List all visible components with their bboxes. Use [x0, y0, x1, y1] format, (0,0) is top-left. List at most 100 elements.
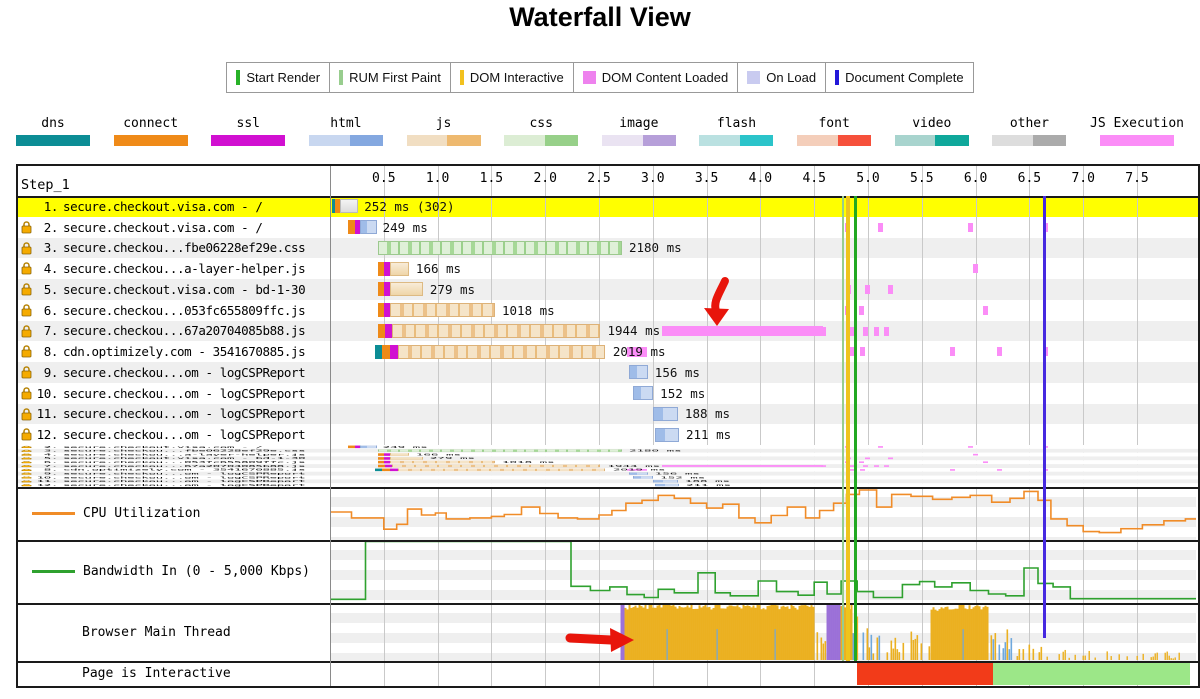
- request-time-label: 1944 ms: [607, 321, 660, 342]
- request-url: cdn.optimizely.com - 3541670885.js: [63, 344, 305, 359]
- segment-js: [390, 457, 422, 460]
- waterfall-view-page: Waterfall View Start Render RUM First Pai…: [0, 0, 1200, 699]
- request-row-6[interactable]: 6.secure.checkou...053fc655809ffc.js1018…: [18, 300, 1198, 321]
- event-legend-box: Start Render RUM First Paint DOM Interacti…: [226, 62, 973, 93]
- request-time-label: 279 ms: [430, 279, 475, 300]
- resource-color-bar: [699, 135, 773, 146]
- lock-icon-wrap: [21, 345, 32, 363]
- event-line-start-render: [854, 196, 857, 661]
- request-row-4[interactable]: 4.secure.checkou...a-layer-helper.js166 …: [18, 258, 1198, 279]
- main-thread-section-divider: [18, 603, 1198, 605]
- request-row-11[interactable]: 11.secure.checkou...om - logCSPReport188…: [18, 404, 1198, 425]
- js-execution-blip: [878, 446, 883, 448]
- segment-js-striped: [392, 324, 600, 338]
- bandwidth-in-label: Bandwidth In (0 - 5,000 Kbps): [18, 540, 328, 603]
- lock-icon: [21, 428, 32, 441]
- resource-legend-item-other: other: [992, 116, 1066, 146]
- segment-js-striped: [390, 461, 494, 464]
- segment-html: [629, 472, 648, 475]
- dom-interactive-swatch: [460, 70, 464, 85]
- request-row-9[interactable]: 9.secure.checkou...om - logCSPReport156 …: [18, 362, 1198, 383]
- js-execution-blip: [821, 465, 826, 467]
- segment-html: [633, 476, 652, 479]
- lock-icon-wrap: [21, 283, 32, 301]
- resource-legend-item-image: image: [602, 116, 676, 146]
- js-execution-blip: [860, 347, 865, 356]
- segment-ssl: [385, 465, 393, 468]
- page-title: Waterfall View: [0, 2, 1200, 33]
- legend-item-on-load: On Load: [738, 63, 826, 92]
- request-row-label: 7.secure.checkou...67a20704085b88.js: [32, 321, 305, 342]
- segment-html-redirect: [340, 199, 358, 213]
- segment-html: [653, 480, 678, 483]
- cpu-line-swatch: [32, 512, 75, 515]
- lock-icon: [21, 345, 32, 358]
- request-row-10[interactable]: 10.secure.checkou...om - logCSPReport152…: [18, 383, 1198, 404]
- request-row-2[interactable]: 2.secure.checkout.visa.com - /249 ms: [18, 217, 1198, 238]
- js-execution-blip: [968, 223, 973, 232]
- axis-tick-label: 2.5: [582, 171, 616, 186]
- axis-tick-label: 2.0: [528, 171, 562, 186]
- browser-main-thread-chart: [330, 603, 1196, 661]
- request-url: secure.checkout.visa.com - bd-1-30: [63, 282, 305, 297]
- request-time-label: 156 ms: [655, 362, 700, 383]
- axis-tick-label: 6.0: [959, 171, 993, 186]
- resource-legend-item-css: css: [504, 116, 578, 146]
- lock-icon: [21, 366, 32, 379]
- request-row-1[interactable]: 1.secure.checkout.visa.com - /252 ms (30…: [18, 196, 1198, 217]
- legend-label: RUM First Paint: [349, 70, 441, 85]
- page-is-interactive-label: Page is Interactive: [18, 661, 328, 686]
- js-execution-blip: [860, 469, 865, 471]
- browser-main-thread-text: Browser Main Thread: [82, 625, 231, 640]
- request-row-3[interactable]: 3.secure.checkou...fbe06228ef29e.css2180…: [18, 238, 1198, 259]
- js-execution-blip: [950, 347, 955, 356]
- request-url: secure.checkou...om - logCSPReport: [63, 386, 305, 401]
- resource-label: html: [330, 116, 361, 131]
- request-number: 7.: [32, 323, 58, 338]
- js-execution-blip: [878, 223, 883, 232]
- lock-icon-wrap: [21, 325, 32, 343]
- js-execution-blip: [865, 285, 870, 294]
- js-execution-blip: [865, 458, 870, 460]
- lock-icon: [21, 387, 32, 400]
- request-row-5[interactable]: 5. secure.checkout.visa.com - bd-1-30 279 …: [18, 279, 1198, 300]
- axis-tick-label: 5.0: [851, 171, 885, 186]
- on-load-swatch: [747, 71, 760, 84]
- resource-legend-item-html: html: [309, 116, 383, 146]
- request-number: 5.: [32, 282, 58, 297]
- lock-icon: [21, 476, 32, 478]
- js-execution-blip: [859, 306, 864, 315]
- request-row-12[interactable]: 12.secure.checkou...om - logCSPReport211…: [18, 424, 1198, 445]
- lock-icon: [21, 242, 32, 255]
- resource-label: js: [436, 116, 452, 131]
- compressed-request-rows: 2.secure.checkout.visa.com - /249 ms3.se…: [18, 445, 1198, 487]
- js-execution-blip: [983, 306, 988, 315]
- request-number: 4.: [32, 261, 58, 276]
- js-execution-blip: [821, 327, 826, 336]
- event-line-rum-first-paint: [842, 196, 844, 661]
- resource-color-bar: [602, 135, 676, 146]
- js-execution-blip: [973, 264, 978, 273]
- request-row-8[interactable]: 8.cdn.optimizely.com - 3541670885.js2019…: [18, 341, 1198, 362]
- js-execution-blip: [888, 285, 893, 294]
- waterfall-frame: Step_1 0.51.01.52.02.53.03.54.04.55.05.5…: [16, 164, 1200, 688]
- request-number: 10.: [32, 386, 58, 401]
- request-row-7[interactable]: 7.secure.checkou...67a20704085b88.js 1944…: [18, 321, 1198, 342]
- resource-legend-item-flash: flash: [699, 116, 773, 146]
- resource-color-bar: [407, 135, 481, 146]
- segment-html: [655, 428, 679, 442]
- segment-ssl: [390, 469, 398, 472]
- legend-item-dom-interactive: DOM Interactive: [451, 63, 574, 92]
- resource-label: video: [912, 116, 951, 131]
- legend-item-start-render: Start Render: [227, 63, 330, 92]
- axis-tick-label: 7.5: [1120, 171, 1154, 186]
- request-row-label: 12.secure.checkou...om - logCSPReport: [32, 424, 305, 445]
- legend-label: On Load: [766, 70, 816, 85]
- request-url: secure.checkou...053fc655809ffc.js: [63, 303, 305, 318]
- axis-tick-label: 7.0: [1066, 171, 1100, 186]
- event-line-document-complete: [1043, 196, 1046, 638]
- lock-icon: [21, 446, 32, 448]
- resource-legend-item-dns: dns: [16, 116, 90, 146]
- resource-label: other: [1010, 116, 1049, 131]
- lock-icon-wrap: [21, 428, 32, 446]
